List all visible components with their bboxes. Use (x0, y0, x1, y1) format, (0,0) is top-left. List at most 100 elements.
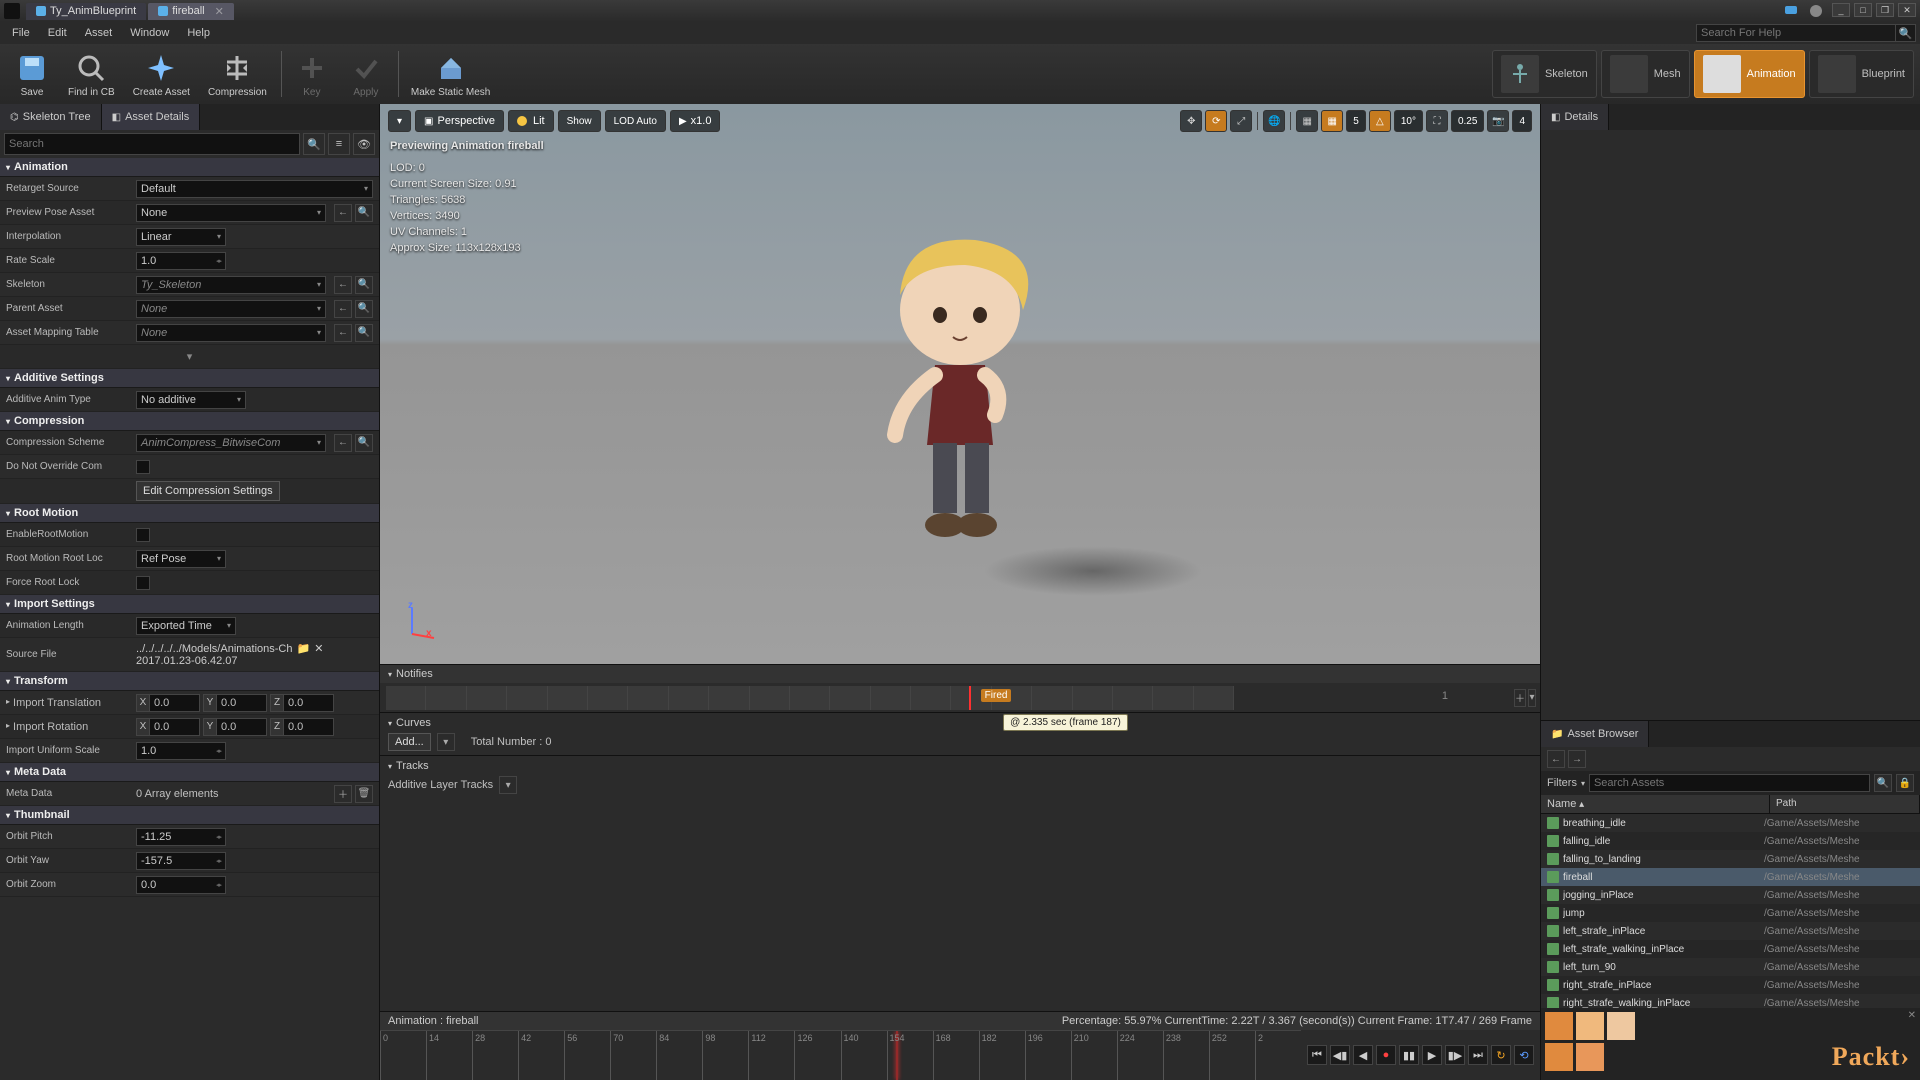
layer-tracks-dropdown[interactable]: ▾ (499, 776, 517, 794)
back-arrow-icon[interactable]: ← (334, 204, 352, 222)
viewport[interactable]: ▾ ▣ Perspective Lit Show LOD Auto ▶ x1.0… (380, 104, 1540, 664)
menu-help[interactable]: Help (179, 25, 218, 41)
use-arrow-icon[interactable]: ← (334, 434, 352, 452)
minimize-button[interactable]: _ (1832, 3, 1850, 17)
add-notify-button[interactable]: ＋ (1514, 689, 1526, 707)
loop-section-button[interactable]: ↻ (1491, 1045, 1511, 1065)
viewport-menu-button[interactable]: ▾ (388, 110, 411, 132)
asset-row[interactable]: breathing_idle/Game/Assets/Meshe (1541, 814, 1920, 832)
cat-import[interactable]: Import Settings (0, 595, 379, 614)
col-name[interactable]: Name ▴ (1541, 795, 1770, 813)
details-search-input[interactable] (4, 133, 300, 155)
trans-y-input[interactable]: 0.0 (217, 694, 267, 712)
asset-row[interactable]: left_turn_90/Game/Assets/Meshe (1541, 958, 1920, 976)
menu-edit[interactable]: Edit (40, 25, 75, 41)
interp-dropdown[interactable]: Linear (136, 228, 226, 246)
asset-search-input[interactable] (1589, 774, 1870, 792)
compression-button[interactable]: Compression (200, 46, 275, 102)
orbit-zoom-input[interactable]: 0.0 (136, 876, 226, 894)
asset-list[interactable]: breathing_idle/Game/Assets/Meshe falling_… (1541, 814, 1920, 1008)
cat-meta[interactable]: Meta Data (0, 763, 379, 782)
perspective-button[interactable]: ▣ Perspective (415, 110, 504, 132)
pause-button[interactable]: ▮▮ (1399, 1045, 1419, 1065)
maximize-button[interactable]: □ (1854, 3, 1872, 17)
scale-snap-icon[interactable]: ⛶ (1426, 110, 1448, 132)
play-button[interactable]: ▶ (1422, 1045, 1442, 1065)
make-static-mesh-button[interactable]: Make Static Mesh (403, 46, 498, 102)
additive-dropdown[interactable]: No additive (136, 391, 246, 409)
details-panel[interactable]: Animation Retarget SourceDefault Preview… (0, 158, 379, 1080)
menu-asset[interactable]: Asset (77, 25, 121, 41)
cat-additive[interactable]: Additive Settings (0, 369, 379, 388)
enable-root-checkbox[interactable] (136, 528, 150, 542)
search-icon[interactable]: 🔍 (1896, 24, 1916, 42)
tab-details[interactable]: ◧Details (1541, 104, 1609, 130)
mode-blueprint[interactable]: Blueprint (1809, 50, 1914, 98)
curve-options-button[interactable]: ▾ (437, 733, 455, 751)
add-curve-button[interactable]: Add... (388, 733, 431, 751)
menu-window[interactable]: Window (122, 25, 177, 41)
close-icon[interactable]: ✕ (215, 5, 224, 18)
use-arrow-icon[interactable]: ← (334, 324, 352, 342)
goto-start-button[interactable]: ⏮ (1307, 1045, 1327, 1065)
notify-options-button[interactable]: ▾ (1528, 689, 1536, 707)
scale-icon[interactable]: ⤢ (1230, 110, 1252, 132)
key-button[interactable]: Key (286, 46, 338, 102)
preview-count[interactable]: 4 (1512, 110, 1532, 132)
timeline-ruler[interactable]: 0142842567084981121261401541681821962102… (380, 1030, 1301, 1080)
asset-row[interactable]: left_strafe_walking_inPlace/Game/Assets/… (1541, 940, 1920, 958)
edit-compression-button[interactable]: Edit Compression Settings (136, 481, 280, 501)
rot-x-input[interactable]: 0.0 (150, 718, 200, 736)
lit-button[interactable]: Lit (508, 110, 554, 132)
create-asset-button[interactable]: Create Asset (125, 46, 198, 102)
notify-label[interactable]: Fired (981, 689, 1012, 702)
cat-transform[interactable]: Transform (0, 672, 379, 691)
trans-z-input[interactable]: 0.0 (284, 694, 334, 712)
grid-snap-toggle[interactable]: ▦ (1321, 110, 1343, 132)
browse-icon[interactable]: 🔍 (355, 204, 373, 222)
cat-compression[interactable]: Compression (0, 412, 379, 431)
find-button[interactable]: Find in CB (60, 46, 123, 102)
folder-icon[interactable]: 📁 (297, 642, 311, 655)
asset-row[interactable]: jump/Game/Assets/Meshe (1541, 904, 1920, 922)
menu-file[interactable]: File (4, 25, 38, 41)
col-path[interactable]: Path (1770, 795, 1920, 813)
grid-snap-value[interactable]: 5 (1346, 110, 1366, 132)
grid-snap-icon[interactable]: ▦ (1296, 110, 1318, 132)
show-button[interactable]: Show (558, 110, 601, 132)
browse-icon[interactable]: 🔍 (355, 434, 373, 452)
scale-input[interactable]: 1.0 (136, 742, 226, 760)
lod-button[interactable]: LOD Auto (605, 110, 666, 132)
browse-icon[interactable]: 🔍 (355, 276, 373, 294)
nav-fwd-button[interactable]: → (1568, 750, 1586, 768)
compression-dropdown[interactable]: AnimCompress_BitwiseCom (136, 434, 326, 452)
speed-button[interactable]: ▶ x1.0 (670, 110, 721, 132)
asset-row[interactable]: falling_to_landing/Game/Assets/Meshe (1541, 850, 1920, 868)
use-arrow-icon[interactable]: ← (334, 276, 352, 294)
help-search-input[interactable] (1696, 24, 1896, 42)
clear-array-icon[interactable]: 🗑 (355, 785, 373, 803)
view-options-button[interactable]: ≡ (328, 133, 350, 155)
apply-button[interactable]: Apply (340, 46, 392, 102)
step-forward-button[interactable]: ▮▶ (1445, 1045, 1465, 1065)
force-root-checkbox[interactable] (136, 576, 150, 590)
close-button[interactable]: ✕ (1898, 3, 1916, 17)
close-icon[interactable]: ✕ (1908, 1010, 1916, 1021)
retarget-dropdown[interactable]: Default (136, 180, 373, 198)
skeleton-dropdown[interactable]: Ty_Skeleton (136, 276, 326, 294)
cat-animation[interactable]: Animation (0, 158, 379, 177)
tab-anim-blueprint[interactable]: Ty_AnimBlueprint (26, 3, 146, 20)
anim-length-dropdown[interactable]: Exported Time (136, 617, 236, 635)
move-icon[interactable]: ✥ (1180, 110, 1202, 132)
mode-mesh[interactable]: Mesh (1601, 50, 1690, 98)
expand-row[interactable]: ▾ (0, 345, 379, 369)
notify-track[interactable]: Fired @ 2.335 sec (frame 187) 1 ＋ ▾ (380, 683, 1540, 713)
mode-animation[interactable]: Animation (1694, 50, 1805, 98)
parent-dropdown[interactable]: None (136, 300, 326, 318)
browse-icon[interactable]: 🔍 (355, 324, 373, 342)
source-icon[interactable] (1808, 3, 1824, 19)
restore-button[interactable]: ❐ (1876, 3, 1894, 17)
asset-map-dropdown[interactable]: None (136, 324, 326, 342)
tab-asset-details[interactable]: ◧Asset Details (102, 104, 201, 130)
use-arrow-icon[interactable]: ← (334, 300, 352, 318)
